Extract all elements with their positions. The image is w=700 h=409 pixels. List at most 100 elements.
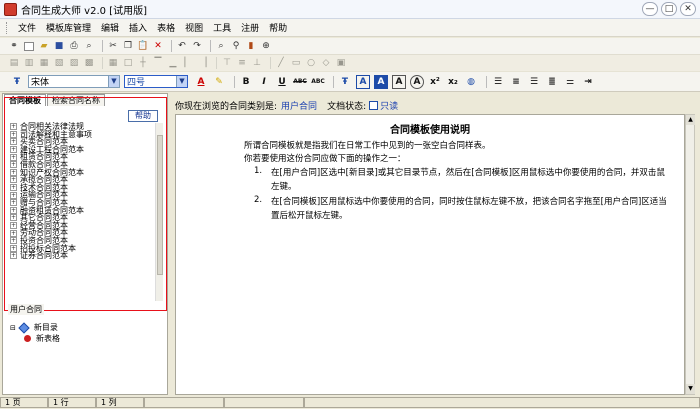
text-style-icon[interactable]: Ŧ bbox=[338, 75, 352, 89]
expand-icon[interactable]: + bbox=[10, 184, 17, 192]
border-outer-icon[interactable]: □ bbox=[122, 57, 134, 69]
draw-line-icon[interactable]: ╱ bbox=[275, 57, 287, 69]
expand-icon[interactable]: + bbox=[10, 252, 17, 260]
image-icon[interactable]: ▣ bbox=[335, 57, 347, 69]
scroll-down-icon[interactable]: ▼ bbox=[686, 384, 695, 394]
expand-icon[interactable]: + bbox=[10, 138, 17, 146]
help-button[interactable]: 帮助 bbox=[128, 110, 158, 122]
expand-icon[interactable]: + bbox=[10, 199, 17, 207]
cut-icon[interactable]: ✂ bbox=[107, 40, 119, 52]
expand-icon[interactable]: + bbox=[10, 168, 17, 176]
font-color-icon[interactable]: A bbox=[194, 75, 208, 89]
tab-contract-templates[interactable]: 合同模板 bbox=[4, 94, 46, 106]
save-icon[interactable]: ■ bbox=[53, 40, 65, 52]
undo-icon[interactable]: ↶ bbox=[176, 40, 188, 52]
link-icon[interactable]: ⚭ bbox=[8, 40, 20, 52]
book-icon[interactable]: ▮ bbox=[245, 40, 257, 52]
subscript-icon[interactable]: x₂ bbox=[446, 75, 460, 89]
italic-button[interactable]: I bbox=[257, 75, 271, 89]
draw-rect-icon[interactable]: ▭ bbox=[290, 57, 302, 69]
border-inner-icon[interactable]: ┼ bbox=[137, 57, 149, 69]
menu-tools[interactable]: 工具 bbox=[208, 21, 236, 34]
menu-template-library[interactable]: 模板库管理 bbox=[41, 21, 96, 34]
double-strike-button[interactable]: ABC bbox=[311, 75, 325, 89]
insert-row-icon[interactable]: ▤ bbox=[8, 57, 20, 69]
menu-view[interactable]: 视图 bbox=[180, 21, 208, 34]
expand-icon[interactable]: + bbox=[10, 229, 17, 237]
menu-help[interactable]: 帮助 bbox=[264, 21, 292, 34]
expand-icon[interactable]: + bbox=[10, 244, 17, 252]
scroll-thumb[interactable] bbox=[157, 135, 163, 275]
chevron-down-icon[interactable]: ▼ bbox=[108, 76, 119, 87]
expand-icon[interactable]: + bbox=[10, 237, 17, 245]
expand-icon[interactable]: + bbox=[10, 161, 17, 169]
open-folder-icon[interactable]: ▰ bbox=[38, 40, 50, 52]
align-top-icon[interactable]: ⊤ bbox=[221, 57, 233, 69]
menu-table[interactable]: 表格 bbox=[152, 21, 180, 34]
menu-edit[interactable]: 编辑 bbox=[96, 21, 124, 34]
menu-register[interactable]: 注册 bbox=[236, 21, 264, 34]
new-document-icon[interactable] bbox=[23, 40, 35, 52]
insert-column-icon[interactable]: ▥ bbox=[23, 57, 35, 69]
distribute-icon[interactable]: ⚌ bbox=[563, 75, 577, 89]
copy-icon[interactable]: ❐ bbox=[122, 40, 134, 52]
font-name-select[interactable]: 宋体 ▼ bbox=[28, 75, 120, 88]
tree-item-new-table[interactable]: 新表格 bbox=[10, 333, 60, 344]
document-scrollbar[interactable]: ▲ ▼ bbox=[685, 114, 695, 395]
expand-icon[interactable]: + bbox=[10, 206, 17, 214]
text-circle-icon[interactable]: A bbox=[410, 74, 424, 89]
document-editor[interactable]: 合同模板使用说明 所谓合同模板就是指我们在日常工作中见到的一张空白合同样表。 你… bbox=[175, 114, 685, 395]
superscript-icon[interactable]: x² bbox=[428, 75, 442, 89]
justify-icon[interactable]: ≣ bbox=[545, 75, 559, 89]
align-middle-icon[interactable]: ≡ bbox=[236, 57, 248, 69]
draw-shape-icon[interactable]: ◇ bbox=[320, 57, 332, 69]
delete-column-icon[interactable]: ▧ bbox=[53, 57, 65, 69]
strikethrough-button[interactable]: ABC bbox=[293, 75, 307, 89]
collapse-icon[interactable]: ⊟ bbox=[10, 324, 16, 332]
zoom-icon[interactable]: ⊕ bbox=[260, 40, 272, 52]
print-icon[interactable]: ⎙ bbox=[68, 40, 80, 52]
expand-icon[interactable]: + bbox=[10, 214, 17, 222]
chevron-down-icon[interactable]: ▼ bbox=[176, 76, 187, 87]
tree-item[interactable]: + 证券合同范本 bbox=[10, 252, 160, 260]
minimize-button[interactable]: — bbox=[642, 2, 658, 16]
find-icon[interactable]: ⌕ bbox=[215, 40, 227, 52]
delete-row-icon[interactable]: ▦ bbox=[38, 57, 50, 69]
border-left-icon[interactable]: ▏ bbox=[182, 57, 194, 69]
tab-user-contracts[interactable]: 用户合同 bbox=[8, 304, 44, 315]
print-preview-icon[interactable]: ⌕ bbox=[83, 40, 95, 52]
text-shade-icon[interactable]: A bbox=[374, 74, 388, 89]
border-top-icon[interactable]: ▔ bbox=[152, 57, 164, 69]
split-cells-icon[interactable]: ▩ bbox=[83, 57, 95, 69]
expand-icon[interactable]: + bbox=[10, 123, 17, 131]
expand-icon[interactable]: + bbox=[10, 222, 17, 230]
delete-icon[interactable]: ✕ bbox=[152, 40, 164, 52]
expand-icon[interactable]: + bbox=[10, 176, 17, 184]
bold-button[interactable]: B bbox=[239, 75, 253, 89]
globe-icon[interactable]: ◍ bbox=[464, 75, 478, 89]
expand-icon[interactable]: + bbox=[10, 191, 17, 199]
tree-item-new-folder[interactable]: ⊟ 新目录 bbox=[10, 321, 60, 334]
tab-search-contract-name[interactable]: 检索合同名称 bbox=[47, 94, 105, 106]
border-right-icon[interactable]: ▕ bbox=[197, 57, 209, 69]
border-bottom-icon[interactable]: ▁ bbox=[167, 57, 179, 69]
expand-icon[interactable]: + bbox=[10, 130, 17, 138]
indent-icon[interactable]: ⇥ bbox=[581, 75, 595, 89]
highlight-icon[interactable]: ✎ bbox=[212, 75, 226, 89]
align-bottom-icon[interactable]: ⊥ bbox=[251, 57, 263, 69]
menu-file[interactable]: 文件 bbox=[13, 21, 41, 34]
paste-icon[interactable]: 📋 bbox=[137, 40, 149, 52]
underline-button[interactable]: U bbox=[275, 75, 289, 89]
text-frame-icon[interactable]: A bbox=[392, 74, 406, 89]
expand-icon[interactable]: + bbox=[10, 146, 17, 154]
align-right-icon[interactable]: ☰ bbox=[527, 75, 541, 89]
binoculars-icon[interactable]: ⚲ bbox=[230, 40, 242, 52]
scroll-up-icon[interactable]: ▲ bbox=[686, 115, 695, 125]
border-all-icon[interactable]: ▦ bbox=[107, 57, 119, 69]
menu-insert[interactable]: 插入 bbox=[124, 21, 152, 34]
align-left-icon[interactable]: ☰ bbox=[491, 75, 505, 89]
expand-icon[interactable]: + bbox=[10, 153, 17, 161]
align-center-icon[interactable]: ≡ bbox=[509, 75, 523, 89]
text-box-icon[interactable]: A bbox=[356, 74, 370, 89]
close-button[interactable]: ✕ bbox=[680, 2, 696, 16]
